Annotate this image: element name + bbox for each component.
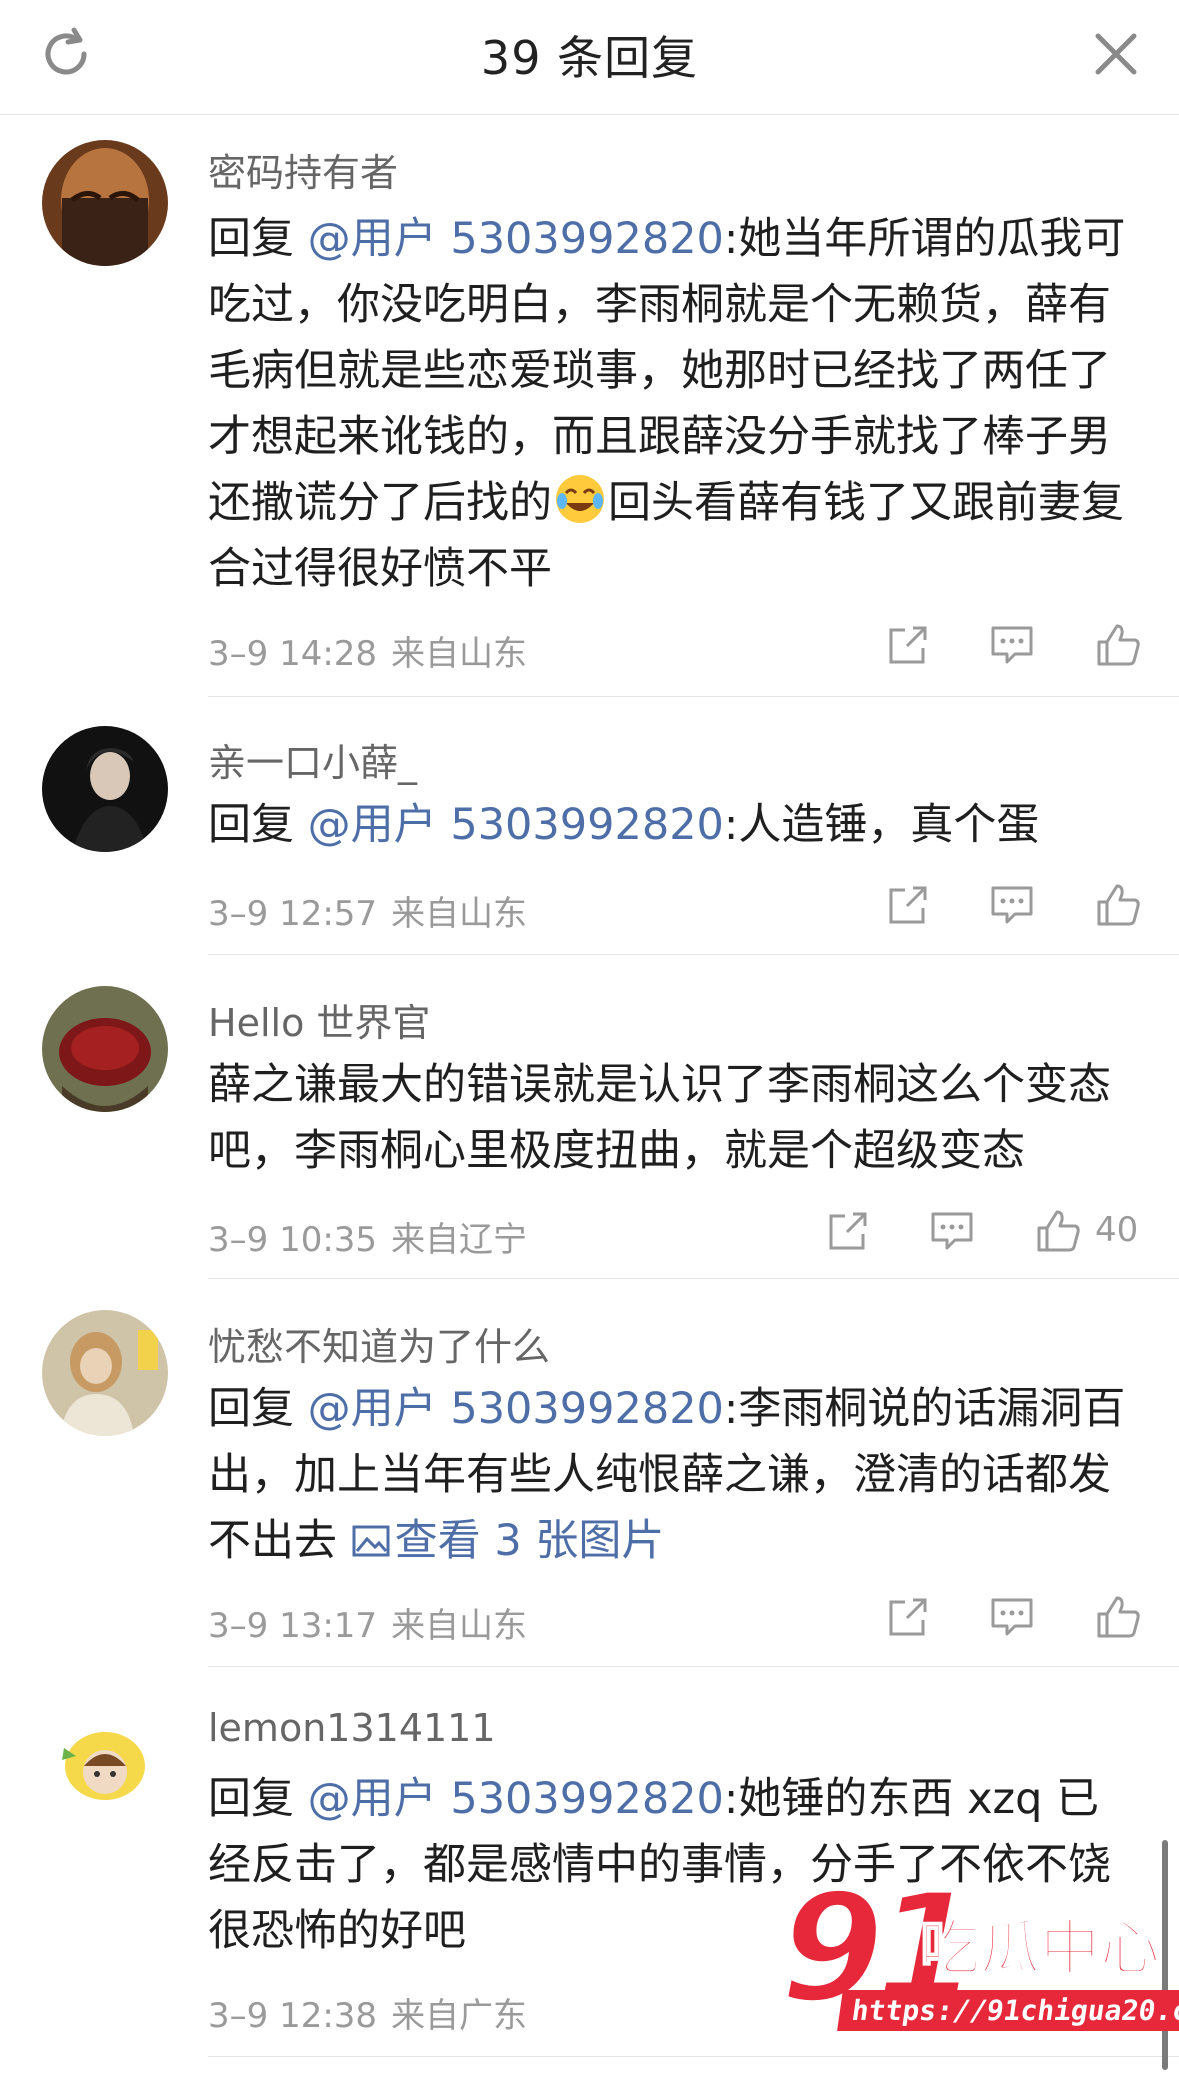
divider bbox=[208, 954, 1179, 955]
mention-link[interactable]: @用户 5303992820 bbox=[308, 214, 724, 264]
avatar[interactable] bbox=[42, 726, 168, 852]
location: 来自广东 bbox=[391, 1996, 528, 2036]
like-icon[interactable] bbox=[1093, 1592, 1143, 1642]
divider bbox=[208, 696, 1179, 697]
share-icon[interactable] bbox=[883, 1592, 933, 1642]
image-icon bbox=[352, 1525, 390, 1557]
close-icon[interactable] bbox=[1086, 24, 1146, 84]
scrollbar[interactable] bbox=[1162, 1840, 1168, 2070]
comment-meta: 3–9 12:57 来自山东 bbox=[208, 886, 527, 935]
like-icon[interactable] bbox=[1093, 620, 1143, 670]
username[interactable]: 忧愁不知道为了什么 bbox=[208, 1316, 550, 1371]
comment-actions bbox=[883, 620, 1143, 670]
top-bar: 39 条回复 bbox=[0, 0, 1179, 115]
avatar[interactable] bbox=[42, 1700, 168, 1826]
comment-text: 薛之谦最大的错误就是认识了李雨桐这么个变态吧，李雨桐心里极度扭曲，就是个超级变态 bbox=[208, 1060, 1111, 1176]
reply-icon[interactable] bbox=[987, 880, 1037, 930]
divider bbox=[208, 1666, 1179, 1667]
comment-meta: 3–9 13:17 来自山东 bbox=[208, 1598, 527, 1647]
divider bbox=[208, 1278, 1179, 1279]
share-icon[interactable] bbox=[823, 1206, 873, 1256]
share-icon[interactable] bbox=[883, 620, 933, 670]
mention-link[interactable]: @用户 5303992820 bbox=[308, 1774, 724, 1824]
timestamp: 3–9 12:38 bbox=[208, 1996, 378, 2036]
comment-meta: 3–9 14:28 来自山东 bbox=[208, 626, 527, 675]
reply-icon[interactable] bbox=[987, 620, 1037, 670]
comment-actions bbox=[883, 1592, 1143, 1642]
page-title: 39 条回复 bbox=[480, 31, 699, 85]
like-icon[interactable] bbox=[1033, 1206, 1083, 1256]
avatar[interactable] bbox=[42, 1310, 168, 1436]
comment-actions bbox=[883, 880, 1143, 930]
timestamp: 3–9 12:57 bbox=[208, 894, 378, 934]
laughing-tears-emoji bbox=[554, 473, 606, 525]
location: 来自山东 bbox=[391, 894, 528, 934]
share-icon[interactable] bbox=[883, 880, 933, 930]
comment-text: 回复 @用户 5303992820:人造锤，真个蛋 bbox=[208, 800, 1040, 850]
view-images-link[interactable]: 查看 3 张图片 bbox=[351, 1516, 664, 1566]
avatar[interactable] bbox=[42, 140, 168, 266]
comment-text: 回复 @用户 5303992820:李雨桐说的话漏洞百出，加上当年有些人纯恨薛之… bbox=[208, 1384, 1126, 1566]
watermark-logo: 91 吃瓜中心 https://91chigua20.com bbox=[778, 1860, 1179, 2050]
timestamp: 3–9 13:17 bbox=[208, 1606, 378, 1646]
timestamp: 3–9 10:35 bbox=[208, 1220, 378, 1260]
username[interactable]: 密码持有者 bbox=[208, 142, 398, 197]
watermark-name: 吃瓜中心 bbox=[919, 1913, 1161, 1985]
location: 来自山东 bbox=[391, 634, 528, 674]
avatar[interactable] bbox=[42, 986, 168, 1112]
reply-icon[interactable] bbox=[987, 1592, 1037, 1642]
mention-link[interactable]: @用户 5303992820 bbox=[308, 800, 724, 850]
username[interactable]: 亲一口小薛_ bbox=[208, 732, 417, 787]
comment-meta: 3–9 10:35 来自辽宁 bbox=[208, 1212, 527, 1261]
comment-text: 回复 @用户 5303992820:她当年所谓的瓜我可吃过，你没吃明白，李雨桐就… bbox=[208, 214, 1126, 594]
divider bbox=[208, 2056, 1179, 2057]
like-count: 40 bbox=[1095, 1210, 1139, 1250]
username[interactable]: lemon1314111 bbox=[208, 1706, 496, 1750]
timestamp: 3–9 14:28 bbox=[208, 634, 378, 674]
comment-actions: 40 bbox=[823, 1206, 1143, 1256]
like-icon[interactable] bbox=[1093, 880, 1143, 930]
watermark-url: https://91chigua20.com bbox=[837, 1990, 1179, 2031]
comment-meta: 3–9 12:38 来自广东 bbox=[208, 1988, 527, 2037]
location: 来自山东 bbox=[391, 1606, 528, 1646]
location: 来自辽宁 bbox=[391, 1220, 528, 1260]
mention-link[interactable]: @用户 5303992820 bbox=[308, 1384, 724, 1434]
username[interactable]: Hello 世界官 bbox=[208, 992, 430, 1047]
reply-icon[interactable] bbox=[927, 1206, 977, 1256]
